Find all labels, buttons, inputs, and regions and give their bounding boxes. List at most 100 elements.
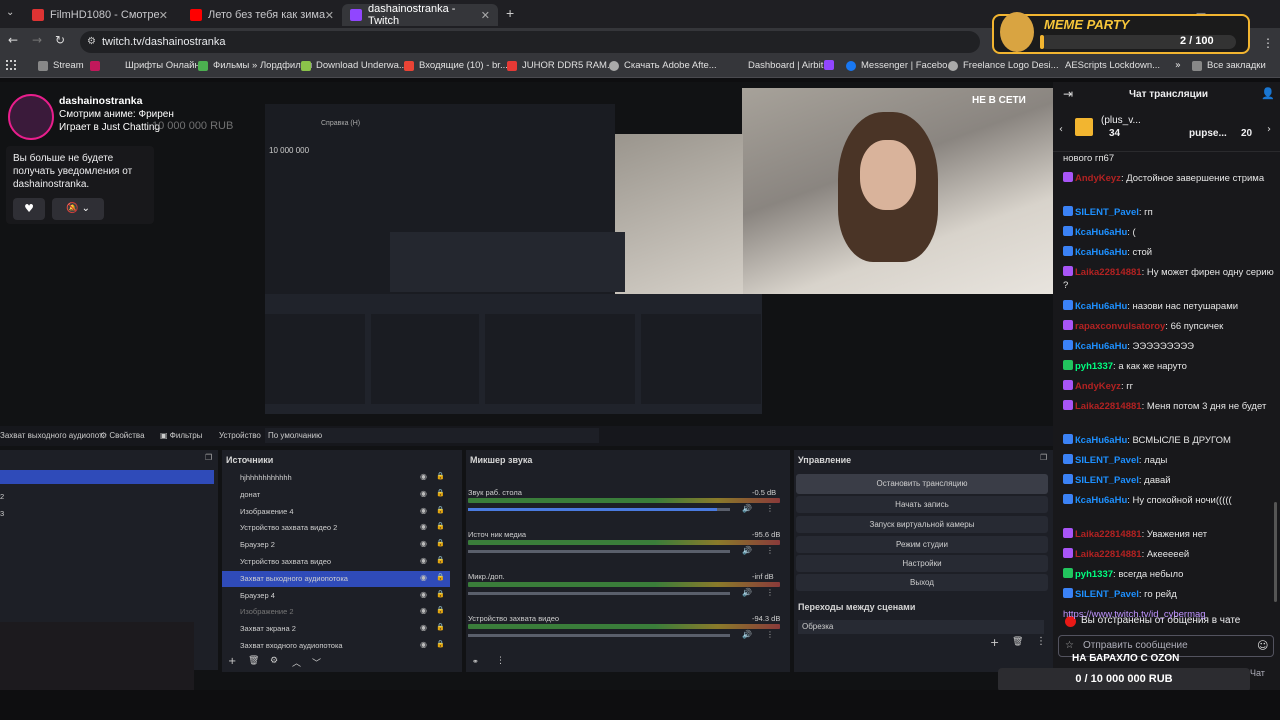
visibility-eye-icon[interactable]: ◉ xyxy=(420,623,427,632)
visibility-eye-icon[interactable]: ◉ xyxy=(420,590,427,599)
channel-menu-icon[interactable]: ⋮ xyxy=(766,546,774,555)
chat-username[interactable]: КсаНu6аНu xyxy=(1075,247,1127,258)
chat-username[interactable]: rapaxconvulsatoroy xyxy=(1075,321,1165,332)
chat-username[interactable]: AndyKeyz xyxy=(1075,381,1121,392)
visibility-eye-icon[interactable]: ◉ xyxy=(420,640,427,649)
control-button[interactable]: Начать запись xyxy=(796,496,1048,513)
collapse-chat-icon[interactable]: ⇥ xyxy=(1063,87,1073,101)
site-info-icon[interactable]: ⚙ xyxy=(87,31,96,53)
control-button[interactable]: Остановить трансляцию xyxy=(796,474,1048,494)
dock-icon[interactable]: ❐ xyxy=(1040,453,1047,462)
chat-username[interactable]: AndyKeyz xyxy=(1075,173,1121,184)
chat-username[interactable]: КсаНu6аНu xyxy=(1075,341,1127,352)
source-item[interactable]: Устройство захвата видео 2 xyxy=(240,523,337,532)
chat-username[interactable]: КсаНu6аНu xyxy=(1075,495,1127,506)
volume-slider[interactable] xyxy=(468,592,730,595)
bookmark-freelance[interactable]: Freelance Logo Desi... xyxy=(948,60,1059,71)
bookmark-messenger[interactable]: Messenger | Facebo... xyxy=(846,60,955,71)
close-icon[interactable]: ✕ xyxy=(325,9,334,22)
chat-username[interactable]: КсаНu6аНu xyxy=(1075,227,1127,238)
volume-slider[interactable] xyxy=(468,550,730,553)
scene-item-selected[interactable] xyxy=(0,470,214,484)
forward-icon[interactable]: → xyxy=(32,33,42,47)
lock-icon[interactable]: 🔒 xyxy=(436,556,445,564)
source-item[interactable]: Устройство захвата видео xyxy=(240,557,331,566)
source-item[interactable]: Изображение 4 xyxy=(240,507,294,516)
bookmark-twitch[interactable] xyxy=(824,60,839,70)
visibility-eye-icon[interactable]: ◉ xyxy=(420,573,427,582)
more-menu-icon[interactable]: ⋮ xyxy=(1262,36,1274,50)
move-down-button[interactable]: ﹀ xyxy=(312,656,321,669)
scene-item[interactable]: 3 xyxy=(0,509,4,518)
chat-username[interactable]: Laika22814881 xyxy=(1075,267,1142,278)
add-source-button[interactable]: + xyxy=(228,656,236,667)
close-icon[interactable]: ✕ xyxy=(159,9,168,22)
mixer-menu-icon[interactable]: ⋮ xyxy=(496,656,505,666)
source-item[interactable]: Захват входного аудиопотока xyxy=(240,641,343,650)
chat-button[interactable]: Чат xyxy=(1250,668,1265,678)
bookmark-films[interactable]: Фильмы » Лордфильм xyxy=(198,60,312,71)
channel-name[interactable]: dashainostranka xyxy=(59,95,142,107)
source-item[interactable]: донат xyxy=(240,490,260,499)
lock-icon[interactable]: 🔒 xyxy=(436,623,445,631)
add-transition-button[interactable]: + xyxy=(990,636,999,649)
bookmark-fonts[interactable]: Шрифты Онлайн xyxy=(90,60,200,71)
lock-icon[interactable]: 🔒 xyxy=(436,539,445,547)
new-tab-button[interactable]: + xyxy=(506,5,514,21)
channel-menu-icon[interactable]: ⋮ xyxy=(766,630,774,639)
bookmark-gmail[interactable]: Входящие (10) - br... xyxy=(404,60,508,71)
tab-filmhd[interactable]: FilmHD1080 - Смотреть онлайн ✕ xyxy=(24,4,176,26)
chat-username[interactable]: pyh1337 xyxy=(1075,361,1113,372)
move-up-button[interactable]: ︿ xyxy=(292,656,301,669)
bookmark-juhor[interactable]: JUHOR DDR5 RAM... xyxy=(507,60,615,71)
video-player[interactable]: НЕ В СЕТИ Справка (H) 10 000 000 dashain… xyxy=(0,82,1053,690)
source-item[interactable]: Браузер 4 xyxy=(240,591,275,600)
chevron-left-icon[interactable]: ‹ xyxy=(1059,124,1063,135)
gift-user-1[interactable]: (plus_v... xyxy=(1101,115,1141,126)
source-item[interactable]: Захват экрана 2 xyxy=(240,624,296,633)
source-item[interactable]: Захват выходного аудиопотока xyxy=(240,574,348,583)
bookmark-all[interactable]: Все закладки xyxy=(1192,60,1266,71)
url-field[interactable]: ⚙ twitch.tv/dashainostranka xyxy=(80,31,980,53)
more-bookmarks-icon[interactable]: » xyxy=(1175,60,1181,71)
source-item[interactable]: Изображение 2 xyxy=(240,607,294,616)
lock-icon[interactable]: 🔒 xyxy=(436,472,445,480)
users-icon[interactable]: 👤 xyxy=(1261,87,1275,100)
chat-username[interactable]: Laika22814881 xyxy=(1075,549,1142,560)
emote-icon[interactable]: ☺ xyxy=(1257,639,1268,652)
visibility-eye-icon[interactable]: ◉ xyxy=(420,472,427,481)
visibility-eye-icon[interactable]: ◉ xyxy=(420,522,427,531)
chat-link[interactable]: https://www.twitch.tv/id_cybermag xyxy=(1063,609,1206,620)
transition-select[interactable]: Обрезка xyxy=(798,620,1044,634)
stream-category[interactable]: Играет в Just Chatting xyxy=(59,122,160,133)
bookmark-adobe[interactable]: Скачать Adobe Afte... xyxy=(609,60,717,71)
back-icon[interactable]: ← xyxy=(8,33,18,47)
mixer-link-icon[interactable]: ⚭ xyxy=(472,657,479,666)
chat-username[interactable]: pyh1337 xyxy=(1075,569,1113,580)
lock-icon[interactable]: 🔒 xyxy=(436,506,445,514)
control-button[interactable]: Запуск виртуальной камеры xyxy=(796,516,1048,533)
transition-menu-icon[interactable]: ⋮ xyxy=(1036,636,1046,647)
remove-source-button[interactable]: 🗑 xyxy=(248,656,259,666)
control-button[interactable]: Выход xyxy=(796,574,1048,591)
visibility-eye-icon[interactable]: ◉ xyxy=(420,606,427,615)
bookmark-aescripts[interactable]: AEScripts Lockdown... xyxy=(1065,60,1160,71)
source-item[interactable]: Браузер 2 xyxy=(240,540,275,549)
volume-slider[interactable] xyxy=(468,508,730,511)
visibility-eye-icon[interactable]: ◉ xyxy=(420,539,427,548)
chat-username[interactable]: SILENT_Pavel xyxy=(1075,475,1139,486)
bookmark-underwater[interactable]: Download Underwa... xyxy=(301,60,407,71)
volume-slider[interactable] xyxy=(468,634,730,637)
star-icon[interactable]: ☆ xyxy=(1065,640,1074,651)
chat-username[interactable]: КсаНu6аНu xyxy=(1075,435,1127,446)
source-settings-button[interactable]: ⚙ xyxy=(270,656,278,666)
visibility-eye-icon[interactable]: ◉ xyxy=(420,506,427,515)
remove-transition-button[interactable]: 🗑 xyxy=(1012,637,1023,647)
speaker-icon[interactable]: 🔊 xyxy=(742,588,752,597)
lock-icon[interactable]: 🔒 xyxy=(436,573,445,581)
properties-button[interactable]: ⚙ Свойства xyxy=(100,431,145,440)
apps-icon[interactable] xyxy=(6,60,16,70)
speaker-icon[interactable]: 🔊 xyxy=(742,630,752,639)
visibility-eye-icon[interactable]: ◉ xyxy=(420,489,427,498)
heart-button[interactable]: ♥ xyxy=(13,198,45,220)
